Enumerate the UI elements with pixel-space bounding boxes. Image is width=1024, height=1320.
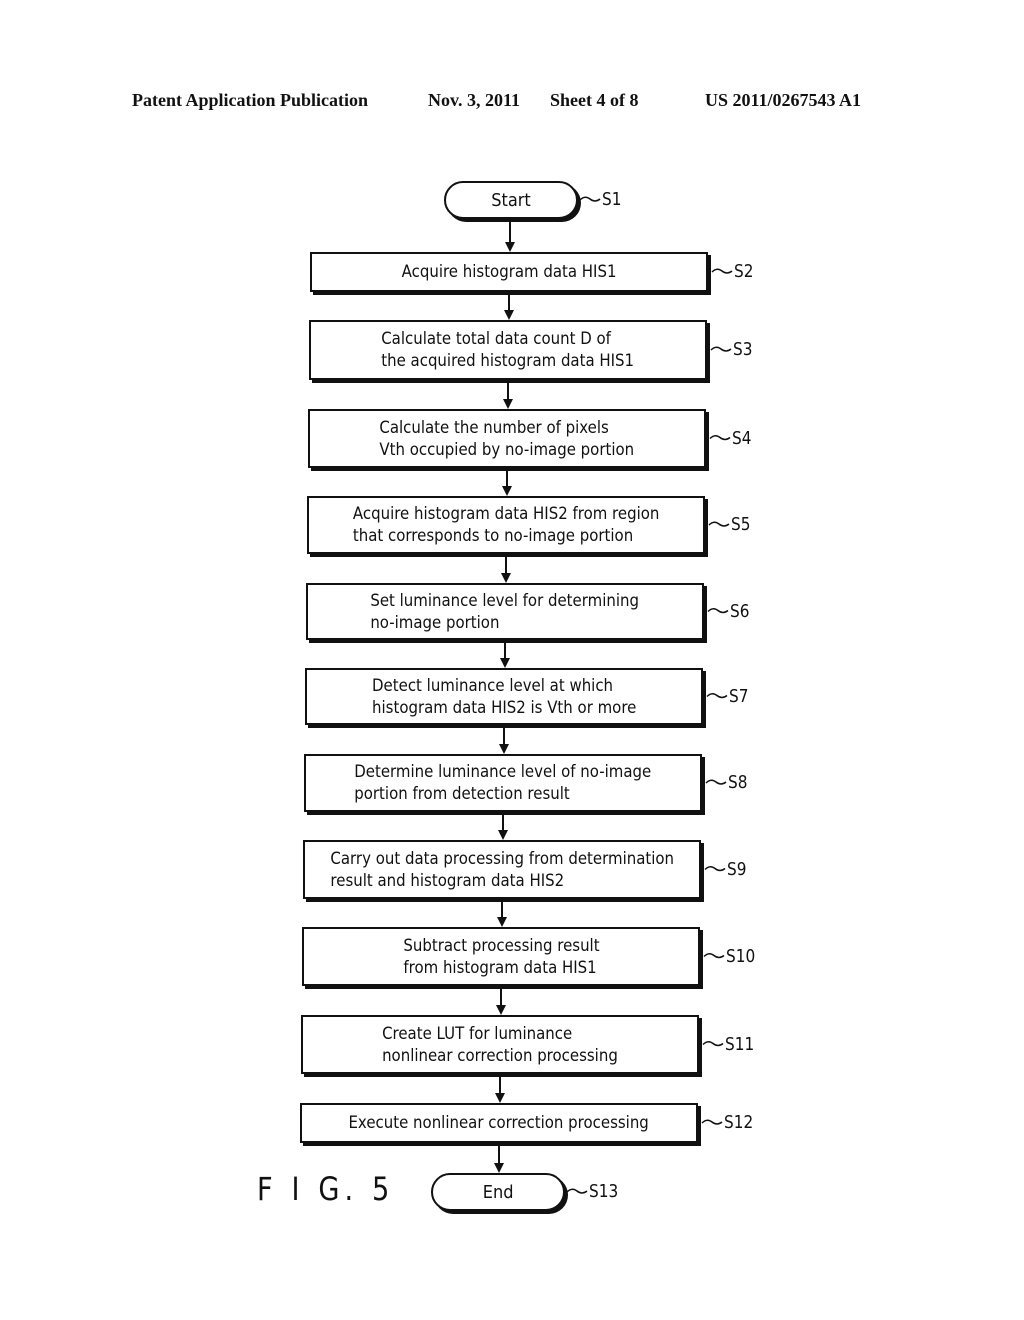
step-label-s9: S9 — [727, 858, 747, 880]
leader-line-s9 — [704, 866, 726, 872]
leader-line-s13 — [566, 1188, 588, 1194]
leader-line-s3 — [710, 346, 732, 352]
leader-line-s7 — [706, 693, 728, 699]
leader-line-s10 — [703, 953, 725, 959]
process-box-s3: Calculate total data count D of the acqu… — [309, 320, 707, 380]
process-box-s8: Determine luminance level of no-image po… — [304, 754, 702, 812]
figure-label: F I G. 5 — [257, 1170, 395, 1208]
process-box-s5: Acquire histogram data HIS2 from region … — [307, 496, 705, 554]
arrowhead-6 — [500, 658, 510, 668]
leader-line-s11 — [702, 1041, 724, 1047]
process-text-s2: Acquire histogram data HIS1 — [401, 262, 617, 282]
leader-line-s8 — [705, 779, 727, 785]
arrowhead-7 — [499, 744, 509, 754]
process-box-s12: Execute nonlinear correction processing — [300, 1103, 698, 1143]
arrowhead-12 — [494, 1163, 504, 1173]
arrowhead-11 — [495, 1093, 505, 1103]
header-date: Nov. 3, 2011 — [428, 90, 521, 110]
step-label-s5: S5 — [731, 514, 751, 535]
arrowhead-1 — [505, 242, 515, 252]
leader-line-s5 — [708, 521, 730, 527]
process-box-s4: Calculate the number of pixels Vth occup… — [308, 409, 706, 468]
leader-line-s6 — [707, 608, 729, 614]
start-terminal: Start — [444, 181, 578, 219]
process-box-s9: Carry out data processing from determina… — [303, 840, 701, 899]
process-text-s9: Carry out data processing from determina… — [330, 848, 674, 891]
arrowhead-9 — [497, 917, 507, 927]
process-box-s10: Subtract processing result from histogra… — [302, 927, 700, 986]
start-terminal-text: Start — [491, 189, 531, 211]
step-label-s4: S4 — [732, 427, 752, 449]
step-label-s13: S13 — [589, 1181, 619, 1202]
process-text-s11: Create LUT for luminance nonlinear corre… — [382, 1023, 618, 1066]
step-label-s3: S3 — [733, 339, 753, 360]
header-sheet: Sheet 4 of 8 — [550, 90, 639, 110]
process-box-s6: Set luminance level for determining no-i… — [306, 583, 704, 640]
arrowhead-10 — [496, 1005, 506, 1015]
header-publication: Patent Application Publication — [132, 90, 369, 110]
arrowhead-5 — [501, 573, 511, 583]
process-box-s2: Acquire histogram data HIS1 — [310, 252, 708, 292]
leader-line-s4 — [709, 435, 731, 441]
process-text-s6: Set luminance level for determining no-i… — [370, 590, 640, 633]
step-label-s1: S1 — [602, 189, 622, 210]
arrowhead-8 — [498, 830, 508, 840]
arrowhead-2 — [504, 310, 514, 320]
process-text-s4: Calculate the number of pixels Vth occup… — [379, 417, 635, 460]
arrowhead-4 — [502, 486, 512, 496]
end-terminal: End — [431, 1173, 565, 1211]
process-text-s10: Subtract processing result from histogra… — [402, 935, 600, 978]
process-box-s7: Detect luminance level at which histogra… — [305, 668, 703, 725]
leader-line-s12 — [701, 1119, 723, 1125]
arrowhead-3 — [503, 399, 513, 409]
step-label-s2: S2 — [734, 261, 754, 282]
end-terminal-text: End — [482, 1181, 514, 1203]
process-box-s11: Create LUT for luminance nonlinear corre… — [301, 1015, 699, 1074]
leader-line-s2 — [711, 268, 733, 274]
step-label-s8: S8 — [728, 772, 748, 793]
process-text-s3: Calculate total data count D of the acqu… — [381, 329, 635, 371]
process-text-s12: Execute nonlinear correction processing — [348, 1113, 650, 1133]
step-label-s7: S7 — [729, 685, 749, 707]
process-text-s7: Detect luminance level at which histogra… — [371, 675, 637, 718]
step-label-s6: S6 — [730, 600, 750, 622]
process-text-s8: Determine luminance level of no-image po… — [354, 762, 652, 804]
step-label-s10: S10 — [726, 945, 756, 967]
leader-line-s1 — [579, 196, 601, 202]
process-text-s5: Acquire histogram data HIS2 from region … — [352, 504, 660, 546]
step-label-s12: S12 — [724, 1112, 754, 1133]
header-patent-number: US 2011/0267543 A1 — [705, 90, 862, 110]
step-label-s11: S11 — [725, 1033, 755, 1055]
